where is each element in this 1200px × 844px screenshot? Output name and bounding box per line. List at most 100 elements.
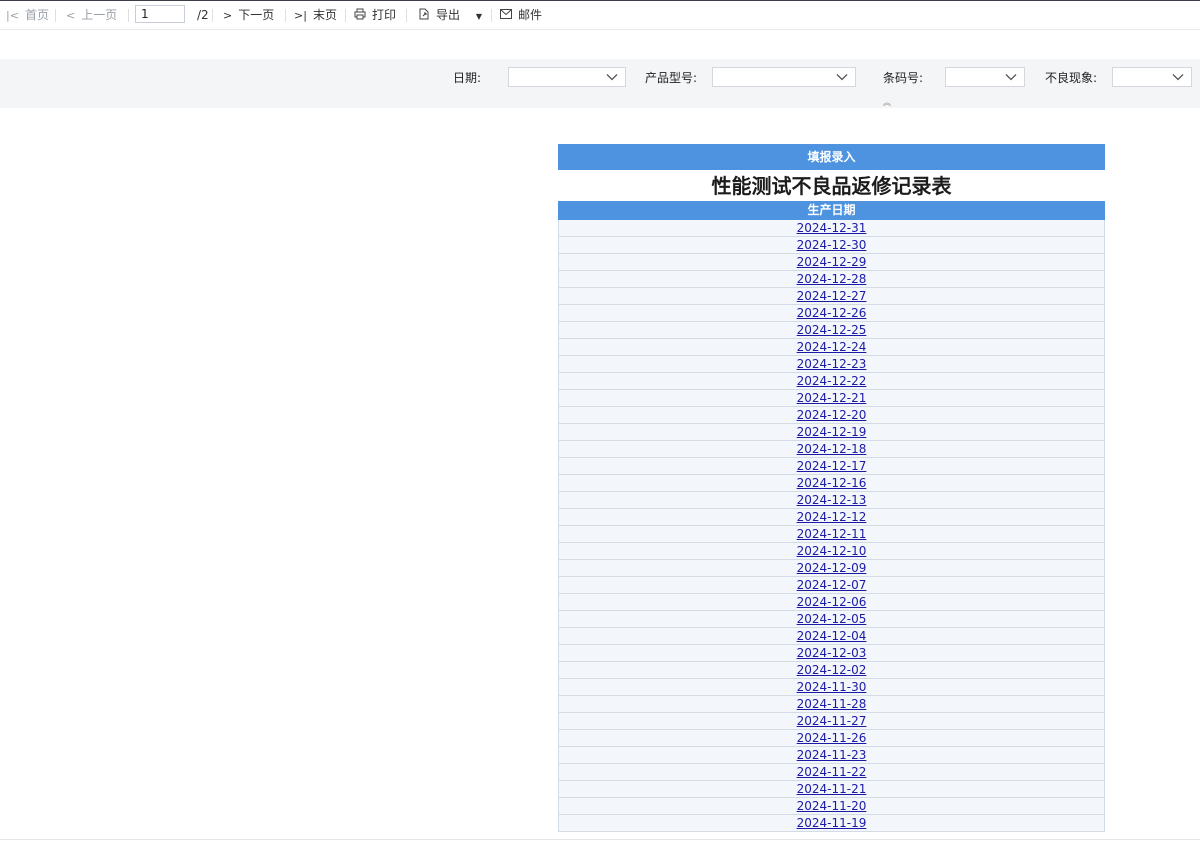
production-date-link[interactable]: 2024-12-02 [797,663,867,677]
date-filter-select[interactable] [508,67,626,87]
production-date-link[interactable]: 2024-12-12 [797,510,867,524]
production-date-link[interactable]: 2024-12-31 [797,221,867,235]
next-page-button[interactable]: > 下一页 [223,6,274,24]
table-row: 2024-12-13 [558,492,1105,509]
table-row: 2024-12-17 [558,458,1105,475]
table-row: 2024-11-30 [558,679,1105,696]
fill-entry-button[interactable]: 填报录入 [558,144,1105,170]
mail-icon [500,7,512,25]
table-row: 2024-12-06 [558,594,1105,611]
barcode-filter-label: 条码号: [883,71,924,85]
prev-page-icon: < [66,9,76,22]
table-row: 2024-12-11 [558,526,1105,543]
production-date-header: 生产日期 [558,201,1105,220]
production-date-link[interactable]: 2024-11-21 [797,782,867,796]
table-row: 2024-12-29 [558,254,1105,271]
production-date-link[interactable]: 2024-12-20 [797,408,867,422]
production-date-link[interactable]: 2024-11-26 [797,731,867,745]
prev-page-label: 上一页 [81,8,118,22]
toolbar-divider [285,9,286,22]
printer-icon [354,7,366,25]
table-row: 2024-12-30 [558,237,1105,254]
production-date-link[interactable]: 2024-12-26 [797,306,867,320]
next-page-icon: > [223,9,233,22]
production-date-link[interactable]: 2024-12-06 [797,595,867,609]
production-date-link[interactable]: 2024-12-10 [797,544,867,558]
table-row: 2024-12-02 [558,662,1105,679]
toolbar-divider [212,9,213,22]
production-date-link[interactable]: 2024-12-28 [797,272,867,286]
print-button[interactable]: 打印 [354,6,396,24]
date-rows: 2024-12-31 2024-12-30 2024-12-29 2024-12-28… [558,220,1105,832]
production-date-link[interactable]: 2024-11-23 [797,748,867,762]
barcode-filter-select[interactable] [945,67,1025,87]
table-row: 2024-12-10 [558,543,1105,560]
production-date-link[interactable]: 2024-12-09 [797,561,867,575]
first-page-button[interactable]: |< 首页 [6,6,49,24]
production-date-link[interactable]: 2024-12-07 [797,578,867,592]
table-row: 2024-12-16 [558,475,1105,492]
production-date-link[interactable]: 2024-11-30 [797,680,867,694]
table-row: 2024-12-20 [558,407,1105,424]
model-filter-label: 产品型号: [645,71,698,85]
production-date-link[interactable]: 2024-12-24 [797,340,867,354]
production-date-link[interactable]: 2024-11-20 [797,799,867,813]
production-date-link[interactable]: 2024-12-04 [797,629,867,643]
production-date-link[interactable]: 2024-12-25 [797,323,867,337]
defect-filter-select[interactable] [1112,67,1192,87]
report-toolbar: |< 首页 < 上一页 /2 > 下一页 >| 末页 打印 导出 ▼ 邮件 [0,1,1200,30]
prev-page-button[interactable]: < 上一页 [66,6,117,24]
production-date-link[interactable]: 2024-12-03 [797,646,867,660]
table-row: 2024-12-19 [558,424,1105,441]
production-date-link[interactable]: 2024-11-22 [797,765,867,779]
table-row: 2024-12-05 [558,611,1105,628]
table-row: 2024-12-04 [558,628,1105,645]
production-date-link[interactable]: 2024-11-27 [797,714,867,728]
mail-button[interactable]: 邮件 [500,6,542,24]
page-total: /2 [197,8,209,22]
production-date-link[interactable]: 2024-12-22 [797,374,867,388]
export-button[interactable]: 导出 ▼ [418,6,482,24]
production-date-link[interactable]: 2024-12-16 [797,476,867,490]
chevron-down-icon [606,74,618,81]
export-dropdown-icon[interactable]: ▼ [476,12,482,21]
production-date-link[interactable]: 2024-12-30 [797,238,867,252]
table-row: 2024-12-24 [558,339,1105,356]
print-label: 打印 [372,8,397,22]
production-date-link[interactable]: 2024-11-28 [797,697,867,711]
defect-filter-label: 不良现象: [1045,71,1098,85]
production-date-link[interactable]: 2024-12-27 [797,289,867,303]
production-date-link[interactable]: 2024-12-11 [797,527,867,541]
production-date-link[interactable]: 2024-12-21 [797,391,867,405]
filter-bar: 日期: 产品型号: 条码号: 不良现象: ︽ [0,59,1200,108]
bottom-edge [0,840,1200,844]
toolbar-divider [406,9,407,22]
table-row: 2024-11-27 [558,713,1105,730]
table-row: 2024-11-20 [558,798,1105,815]
table-row: 2024-12-22 [558,373,1105,390]
last-page-button[interactable]: >| 末页 [294,6,337,24]
table-row: 2024-12-21 [558,390,1105,407]
toolbar-divider [55,9,56,22]
table-row: 2024-11-23 [558,747,1105,764]
table-row: 2024-12-27 [558,288,1105,305]
report-table: 填报录入 性能测试不良品返修记录表 生产日期 2024-12-31 2024-12… [558,144,1105,832]
production-date-link[interactable]: 2024-12-23 [797,357,867,371]
production-date-link[interactable]: 2024-11-19 [797,816,867,830]
production-date-link[interactable]: 2024-12-17 [797,459,867,473]
chevron-down-icon [836,74,848,81]
table-row: 2024-12-12 [558,509,1105,526]
production-date-link[interactable]: 2024-12-18 [797,442,867,456]
production-date-link[interactable]: 2024-12-19 [797,425,867,439]
collapse-filter-icon[interactable]: ︽ [883,99,891,107]
table-row: 2024-12-18 [558,441,1105,458]
model-filter-select[interactable] [712,67,856,87]
production-date-link[interactable]: 2024-12-05 [797,612,867,626]
report-title: 性能测试不良品返修记录表 [711,174,952,198]
page-number-input[interactable] [135,5,185,23]
production-date-link[interactable]: 2024-12-29 [797,255,867,269]
first-page-label: 首页 [24,8,49,22]
last-page-label: 末页 [312,8,337,22]
table-row: 2024-12-25 [558,322,1105,339]
production-date-link[interactable]: 2024-12-13 [797,493,867,507]
